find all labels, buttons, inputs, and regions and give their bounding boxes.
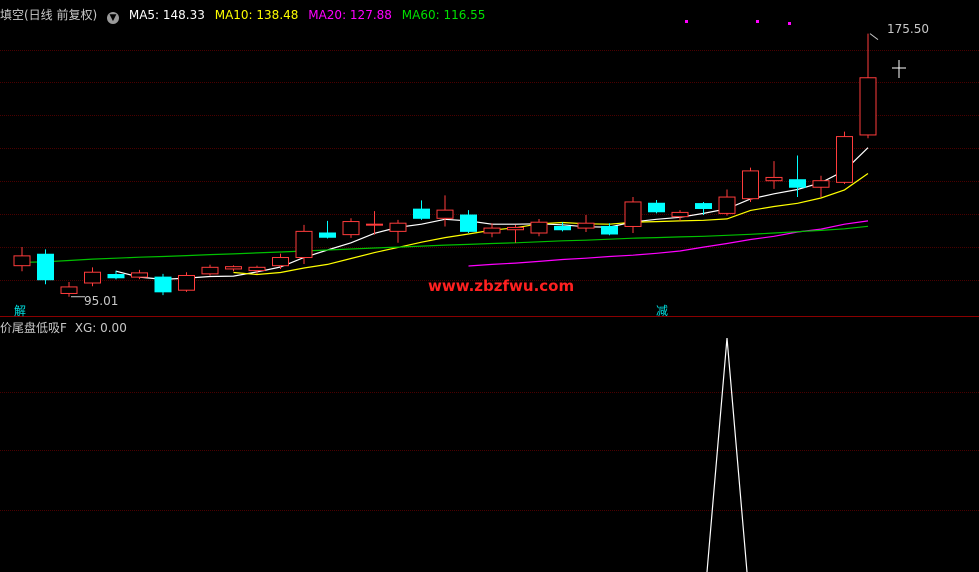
xg-readout: XG: 0.00 xyxy=(74,321,127,335)
candle-body xyxy=(436,209,454,219)
candle-body xyxy=(37,253,54,281)
candle-body xyxy=(178,274,195,291)
series-line-ma20 xyxy=(468,220,869,267)
candle-body xyxy=(60,286,78,294)
candle-body xyxy=(389,222,407,232)
candle-body xyxy=(319,232,336,238)
candle-body xyxy=(765,176,783,182)
candle-body xyxy=(577,222,595,229)
chart-title: 填空(日线 前复权) xyxy=(0,8,98,22)
candle-body xyxy=(695,203,712,209)
candle-body xyxy=(601,225,618,235)
signal-dot xyxy=(685,20,688,23)
indicator-xg-line xyxy=(706,337,748,572)
high-price-marker xyxy=(869,33,879,41)
candle-body xyxy=(859,77,877,136)
candle-body xyxy=(530,221,548,234)
candle-body xyxy=(812,180,830,188)
candle-body xyxy=(248,266,266,272)
watermark: www.zbzfwu.com xyxy=(428,277,575,295)
candle-body xyxy=(624,201,642,227)
candle-body xyxy=(272,257,289,267)
candle-body xyxy=(742,170,759,200)
candle-body xyxy=(13,255,31,267)
signal-jie-label: 解 xyxy=(14,304,27,318)
candle-body xyxy=(648,202,665,213)
candle-body xyxy=(671,211,689,218)
ma60-readout: MA60: 116.55 xyxy=(401,8,486,22)
candle-body xyxy=(201,266,219,275)
signal-jian-label: 减 xyxy=(656,304,669,318)
settings-dropdown-icon[interactable]: ▼ xyxy=(107,12,120,24)
candle-body xyxy=(295,230,313,259)
candle-body xyxy=(507,226,524,231)
series-line-ma60 xyxy=(21,225,869,263)
series-line-ma5 xyxy=(115,147,869,281)
candle-body xyxy=(84,271,101,284)
candle-body xyxy=(460,214,477,232)
candle-body xyxy=(789,179,806,188)
candle-body xyxy=(413,208,430,219)
candle-body xyxy=(836,136,853,183)
ma5-readout: MA5: 148.33 xyxy=(128,8,205,22)
candle-body xyxy=(366,223,383,226)
low-price-label: 95.01 xyxy=(84,294,119,308)
indicator-title: 价尾盘低吸F xyxy=(0,321,67,335)
candle-body xyxy=(342,221,360,236)
ma20-readout: MA20: 127.88 xyxy=(308,8,392,22)
candle-body xyxy=(131,272,148,278)
candle-body xyxy=(225,266,242,270)
chart-header: 填空(日线 前复权) ▼ MA5: 148.33 MA10: 138.48 MA… xyxy=(0,6,491,24)
candle-body xyxy=(107,274,125,279)
stock-chart-window: 填空(日线 前复权) ▼ MA5: 148.33 MA10: 138.48 MA… xyxy=(0,0,979,572)
candle-body xyxy=(718,196,736,214)
ma10-readout: MA10: 138.48 xyxy=(214,8,299,22)
signal-dot xyxy=(756,20,759,23)
high-price-label: 175.50 xyxy=(887,22,929,36)
signal-dot xyxy=(788,22,791,25)
candle-body xyxy=(154,276,172,293)
indicator-header: 价尾盘低吸F XG: 0.00 xyxy=(0,319,127,336)
candle-body xyxy=(554,225,571,231)
candle-body xyxy=(483,227,501,234)
